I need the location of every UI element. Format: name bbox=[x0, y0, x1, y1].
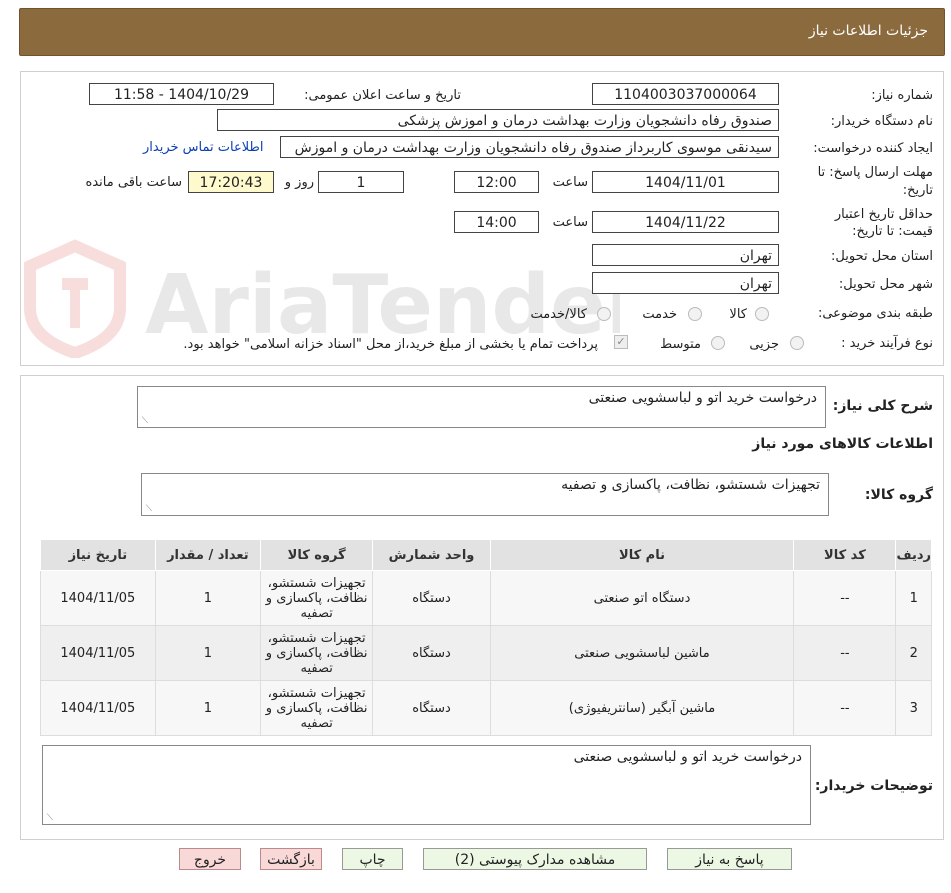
cell-qty: 1 bbox=[154, 680, 261, 736]
category-option-goods-service: کالا/خدمت bbox=[530, 307, 587, 322]
buyer-notes-text: درخواست خرید اتو و لباسشویی صنعتی bbox=[573, 749, 802, 765]
exit-button[interactable]: خروج bbox=[179, 848, 241, 870]
cell-qty: 1 bbox=[154, 625, 261, 681]
buyer-notes-label: توضیحات خریدار: bbox=[814, 778, 933, 794]
cell-date: 1404/11/05 bbox=[40, 625, 156, 681]
cell-code: -- bbox=[793, 625, 897, 681]
buyer-contact-link[interactable]: اطلاعات تماس خریدار bbox=[143, 140, 263, 155]
category-radio-goods[interactable] bbox=[755, 307, 769, 321]
buyer-org-label: نام دستگاه خریدار: bbox=[830, 114, 933, 129]
cell-unit: دستگاه bbox=[372, 570, 491, 626]
category-option-service: خدمت bbox=[642, 307, 677, 322]
cell-code: -- bbox=[793, 570, 897, 626]
goods-group-textarea[interactable]: تجهیزات شستشو، نظافت، پاکسازی و تصفیه ⟋ bbox=[141, 473, 829, 516]
reply-button[interactable]: پاسخ به نیاز bbox=[667, 848, 792, 870]
category-radio-service[interactable] bbox=[688, 307, 702, 321]
buyer-notes-textarea[interactable]: درخواست خرید اتو و لباسشویی صنعتی ⟋ bbox=[42, 745, 811, 825]
validity-label-date: قیمت: تا تاریخ: bbox=[852, 224, 933, 239]
table-row: 1 -- دستگاه اتو صنعتی دستگاه تجهیزات شست… bbox=[40, 570, 932, 626]
cell-name: ماشین آبگیر (سانتریفیوژی) bbox=[489, 680, 795, 736]
validity-time-field: 14:00 bbox=[454, 211, 539, 233]
deadline-time-label: ساعت bbox=[552, 175, 588, 190]
resize-grip-icon[interactable]: ⟋ bbox=[144, 505, 152, 514]
cell-date: 1404/11/05 bbox=[40, 680, 156, 736]
days-label: روز و bbox=[284, 175, 314, 190]
creator-label: ایجاد کننده درخواست: bbox=[813, 141, 933, 156]
col-header-code: کد کالا bbox=[793, 539, 897, 571]
table-header-row: ردیف کد کالا نام کالا واحد شمارش گروه کا… bbox=[40, 539, 932, 571]
general-desc-textarea[interactable]: درخواست خرید اتو و لباسشویی صنعتی ⟋ bbox=[137, 386, 826, 428]
goods-group-text: تجهیزات شستشو، نظافت، پاکسازی و تصفیه bbox=[561, 477, 820, 493]
general-desc-label: شرح کلی نیاز: bbox=[832, 398, 933, 414]
goods-group-label: گروه کالا: bbox=[864, 487, 933, 503]
validity-date-field: 1404/11/22 bbox=[592, 211, 779, 233]
buyer-org-field: صندوق رفاه دانشجویان وزارت بهداشت درمان … bbox=[217, 109, 779, 131]
cell-unit: دستگاه bbox=[372, 625, 491, 681]
resize-grip-icon[interactable]: ⟋ bbox=[45, 814, 53, 823]
col-header-qty: تعداد / مقدار bbox=[154, 539, 261, 571]
col-header-group: گروه کالا bbox=[259, 539, 374, 571]
need-number-field: 1104003037000064 bbox=[592, 83, 779, 105]
category-radio-goods-service[interactable] bbox=[597, 307, 611, 321]
treasury-checkbox[interactable]: ✓ bbox=[614, 335, 628, 349]
category-label: طبقه بندی موضوعی: bbox=[817, 306, 933, 321]
province-label: استان محل تحویل: bbox=[831, 249, 933, 264]
cell-group: تجهیزات شستشو، نظافت، پاکسازی و تصفیه bbox=[259, 625, 374, 681]
page-header: جزئیات اطلاعات نیاز bbox=[19, 8, 945, 56]
view-attachments-button[interactable]: مشاهده مدارک پیوستی (2) bbox=[423, 848, 647, 870]
cell-date: 1404/11/05 bbox=[40, 570, 156, 626]
col-header-name: نام کالا bbox=[489, 539, 795, 571]
deadline-date-field: 1404/11/01 bbox=[592, 171, 779, 193]
goods-info-title: اطلاعات کالاهای مورد نیاز bbox=[752, 436, 933, 452]
items-table: ردیف کد کالا نام کالا واحد شمارش گروه کا… bbox=[40, 539, 932, 736]
col-header-row-number: ردیف bbox=[895, 539, 932, 571]
process-option-minor: جزیی bbox=[749, 337, 779, 352]
cell-code: -- bbox=[793, 680, 897, 736]
need-number-label: شماره نیاز: bbox=[871, 88, 933, 103]
deadline-label-date: تاریخ: bbox=[902, 183, 933, 198]
table-row: 2 -- ماشین لباسشویی صنعتی دستگاه تجهیزات… bbox=[40, 625, 932, 681]
process-radio-medium[interactable] bbox=[711, 336, 725, 350]
city-field: تهران bbox=[592, 272, 779, 294]
page-title: جزئیات اطلاعات نیاز bbox=[808, 23, 928, 39]
cell-group: تجهیزات شستشو، نظافت، پاکسازی و تصفیه bbox=[259, 570, 374, 626]
cell-row-number: 3 bbox=[895, 680, 932, 736]
back-button[interactable]: بازگشت bbox=[260, 848, 322, 870]
announce-datetime-field: 1404/10/29 - 11:58 bbox=[89, 83, 274, 105]
table-row: 3 -- ماشین آبگیر (سانتریفیوژی) دستگاه تج… bbox=[40, 680, 932, 736]
process-radio-minor[interactable] bbox=[790, 336, 804, 350]
general-desc-text: درخواست خرید اتو و لباسشویی صنعتی bbox=[588, 390, 817, 406]
city-label: شهر محل تحویل: bbox=[838, 277, 933, 292]
cell-qty: 1 bbox=[154, 570, 261, 626]
validity-label: حداقل تاریخ اعتبار bbox=[834, 207, 933, 222]
remaining-time-field: 17:20:43 bbox=[188, 171, 274, 193]
deadline-label: مهلت ارسال پاسخ: تا bbox=[817, 165, 933, 180]
resize-grip-icon[interactable]: ⟋ bbox=[140, 417, 148, 426]
process-option-medium: متوسط bbox=[660, 337, 701, 352]
cell-name: ماشین لباسشویی صنعتی bbox=[489, 625, 795, 681]
days-remaining-field: 1 bbox=[318, 171, 404, 193]
creator-field: سیدنقی موسوی کاربرداز صندوق رفاه دانشجوی… bbox=[280, 136, 779, 158]
payment-note: پرداخت تمام یا بخشی از مبلغ خرید،از محل … bbox=[183, 337, 598, 352]
validity-time-label: ساعت bbox=[552, 215, 588, 230]
announce-label: تاریخ و ساعت اعلان عمومی: bbox=[304, 88, 461, 103]
col-header-unit: واحد شمارش bbox=[372, 539, 491, 571]
cell-row-number: 1 bbox=[895, 570, 932, 626]
cell-name: دستگاه اتو صنعتی bbox=[489, 570, 795, 626]
print-button[interactable]: چاپ bbox=[342, 848, 403, 870]
cell-unit: دستگاه bbox=[372, 680, 491, 736]
cell-group: تجهیزات شستشو، نظافت، پاکسازی و تصفیه bbox=[259, 680, 374, 736]
province-field: تهران bbox=[592, 244, 779, 266]
process-label: نوع فرآیند خرید : bbox=[841, 336, 933, 351]
cell-row-number: 2 bbox=[895, 625, 932, 681]
category-option-goods: کالا bbox=[729, 307, 747, 322]
col-header-date: تاریخ نیاز bbox=[40, 539, 156, 571]
remaining-label: ساعت باقی مانده bbox=[85, 175, 182, 190]
deadline-time-field: 12:00 bbox=[454, 171, 539, 193]
